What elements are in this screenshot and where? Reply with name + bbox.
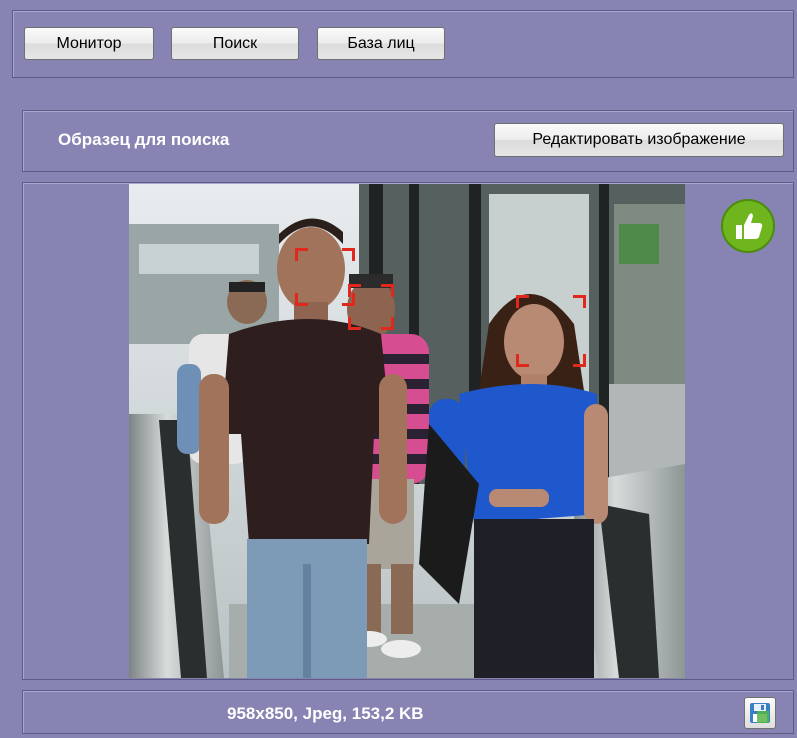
face-frame	[348, 284, 394, 330]
photo-illustration	[129, 184, 685, 678]
monitor-button[interactable]: Монитор	[24, 27, 154, 60]
face-database-button[interactable]: База лиц	[317, 27, 445, 60]
thumbs-up-icon	[721, 199, 775, 253]
search-button[interactable]: Поиск	[171, 27, 299, 60]
sample-title: Образец для поиска	[58, 130, 230, 149]
sample-photo	[129, 184, 685, 678]
save-icon[interactable]	[744, 697, 776, 729]
face-frame	[516, 295, 586, 367]
edit-image-button[interactable]: Редактировать изображение	[494, 123, 784, 157]
face-frame	[295, 248, 355, 306]
image-info-text: 958x850, Jpeg, 153,2 KB	[227, 704, 424, 723]
